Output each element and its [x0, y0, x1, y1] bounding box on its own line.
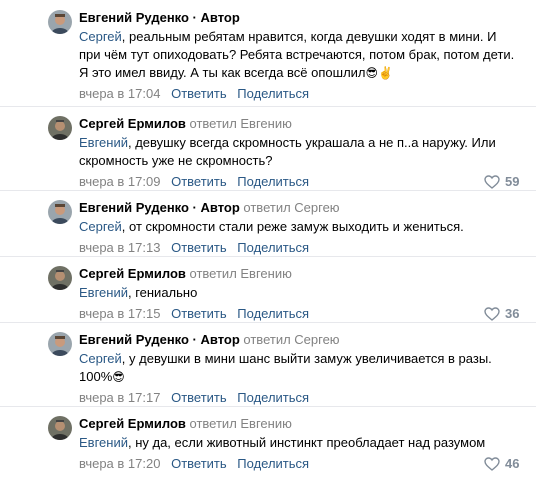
comment-text: Евгений, девушку всегда скромность украш…: [79, 134, 519, 170]
comment-footer: вчера в 17:13 Ответить Поделиться: [79, 239, 519, 256]
mention-link[interactable]: Евгений: [79, 135, 128, 150]
reply-button[interactable]: Ответить: [171, 456, 227, 471]
comment: Сергей Ермилов ответил Евгению Евгений, …: [0, 406, 536, 480]
replied-to: ответил Евгению: [189, 116, 292, 131]
comment-header: Сергей Ермилов ответил Евгению: [79, 265, 519, 282]
reply-button[interactable]: Ответить: [171, 174, 227, 189]
author-name[interactable]: Евгений Руденко · Автор: [79, 10, 240, 25]
author-name[interactable]: Сергей Ермилов: [79, 416, 186, 431]
timestamp[interactable]: вчера в 17:17: [79, 390, 160, 405]
avatar[interactable]: [48, 332, 72, 356]
reply-button[interactable]: Ответить: [171, 306, 227, 321]
avatar[interactable]: [48, 10, 72, 34]
timestamp[interactable]: вчера в 17:15: [79, 306, 160, 321]
share-button[interactable]: Поделиться: [237, 240, 309, 255]
author-name[interactable]: Сергей Ермилов: [79, 266, 186, 281]
comment-footer: вчера в 17:04 Ответить Поделиться: [79, 85, 519, 102]
reply-button[interactable]: Ответить: [171, 390, 227, 405]
comment-text: Сергей, от скромности стали реже замуж в…: [79, 218, 519, 236]
mention-link[interactable]: Евгений: [79, 435, 128, 450]
comment: Евгений Руденко · Автор ответил Сергею С…: [0, 190, 536, 257]
share-button[interactable]: Поделиться: [237, 174, 309, 189]
like-count: 36: [505, 306, 520, 321]
emoji-sunglasses-icon: 😎: [112, 370, 125, 384]
share-button[interactable]: Поделиться: [237, 456, 309, 471]
comment-text-body: , девушку всегда скромность украшала а н…: [79, 135, 496, 168]
like-count: 46: [505, 456, 520, 471]
comment-text-body: , гениально: [127, 285, 198, 300]
avatar[interactable]: [48, 116, 72, 140]
comment-text-body: , от скромности стали реже замуж выходит…: [121, 219, 464, 234]
comment-header: Сергей Ермилов ответил Евгению: [79, 115, 519, 132]
replied-to: ответил Евгению: [189, 416, 292, 431]
mention-link[interactable]: Сергей: [79, 351, 122, 366]
comment-header: Евгений Руденко · Автор ответил Сергею: [79, 331, 519, 348]
comment-footer: вчера в 17:17 Ответить Поделиться: [79, 389, 519, 406]
mention-link[interactable]: Евгений: [79, 285, 128, 300]
like-button[interactable]: 36: [484, 305, 519, 322]
comment-text: Евгений, гениально: [79, 284, 519, 302]
comment-text: Евгений, ну да, если животный инстинкт п…: [79, 434, 519, 452]
mention-link[interactable]: Сергей: [79, 29, 122, 44]
replied-to: ответил Евгению: [189, 266, 292, 281]
mention-link[interactable]: Сергей: [79, 219, 122, 234]
comment-footer: вчера в 17:09 Ответить Поделиться 59: [79, 173, 519, 190]
comment: Сергей Ермилов ответил Евгению Евгений, …: [0, 106, 536, 191]
comment-body: Евгений Руденко · Автор ответил Сергею С…: [79, 331, 519, 406]
like-count: 59: [505, 174, 520, 189]
like-button[interactable]: 46: [484, 455, 519, 472]
comment-text: Сергей, у девушки в мини шанс выйти заму…: [79, 350, 519, 386]
avatar[interactable]: [48, 200, 72, 224]
reply-button[interactable]: Ответить: [171, 86, 227, 101]
comment-body: Сергей Ермилов ответил Евгению Евгений, …: [79, 265, 519, 322]
share-button[interactable]: Поделиться: [237, 86, 309, 101]
heart-outline-icon: [484, 306, 500, 321]
replied-to: ответил Сергею: [243, 200, 340, 215]
comment-footer: вчера в 17:15 Ответить Поделиться 36: [79, 305, 519, 322]
timestamp[interactable]: вчера в 17:09: [79, 174, 160, 189]
comment-text-body: , ну да, если животный инстинкт преоблад…: [127, 435, 486, 450]
comment: Сергей Ермилов ответил Евгению Евгений, …: [0, 256, 536, 323]
comment-thread: Евгений Руденко · Автор Сергей, реальным…: [0, 0, 536, 480]
comment-header: Евгений Руденко · Автор ответил Сергею: [79, 199, 519, 216]
comment: Евгений Руденко · Автор ответил Сергею С…: [0, 322, 536, 407]
comment-body: Сергей Ермилов ответил Евгению Евгений, …: [79, 415, 519, 472]
like-button[interactable]: 59: [484, 173, 519, 190]
share-button[interactable]: Поделиться: [237, 390, 309, 405]
author-name[interactable]: Сергей Ермилов: [79, 116, 186, 131]
share-button[interactable]: Поделиться: [237, 306, 309, 321]
comment-body: Евгений Руденко · Автор ответил Сергею С…: [79, 199, 519, 256]
avatar[interactable]: [48, 416, 72, 440]
comment-text-body: , у девушки в мини шанс выйти замуж увел…: [79, 351, 492, 384]
avatar[interactable]: [48, 266, 72, 290]
timestamp[interactable]: вчера в 17:20: [79, 456, 160, 471]
emoji-sunglasses-victory-icon: 😎✌️: [365, 66, 393, 80]
replied-to: ответил Сергею: [243, 332, 340, 347]
comment: Евгений Руденко · Автор Сергей, реальным…: [0, 0, 536, 107]
author-name[interactable]: Евгений Руденко · Автор: [79, 332, 240, 347]
comment-header: Сергей Ермилов ответил Евгению: [79, 415, 519, 432]
heart-outline-icon: [484, 174, 500, 189]
reply-button[interactable]: Ответить: [171, 240, 227, 255]
comment-text-body: , реальным ребятам нравится, когда девуш…: [79, 29, 515, 80]
timestamp[interactable]: вчера в 17:04: [79, 86, 160, 101]
heart-outline-icon: [484, 456, 500, 471]
comment-header: Евгений Руденко · Автор: [79, 9, 519, 26]
author-name[interactable]: Евгений Руденко · Автор: [79, 200, 240, 215]
comment-body: Евгений Руденко · Автор Сергей, реальным…: [79, 9, 519, 102]
timestamp[interactable]: вчера в 17:13: [79, 240, 160, 255]
comment-body: Сергей Ермилов ответил Евгению Евгений, …: [79, 115, 519, 190]
comment-text: Сергей, реальным ребятам нравится, когда…: [79, 28, 519, 82]
comment-footer: вчера в 17:20 Ответить Поделиться 46: [79, 455, 519, 472]
